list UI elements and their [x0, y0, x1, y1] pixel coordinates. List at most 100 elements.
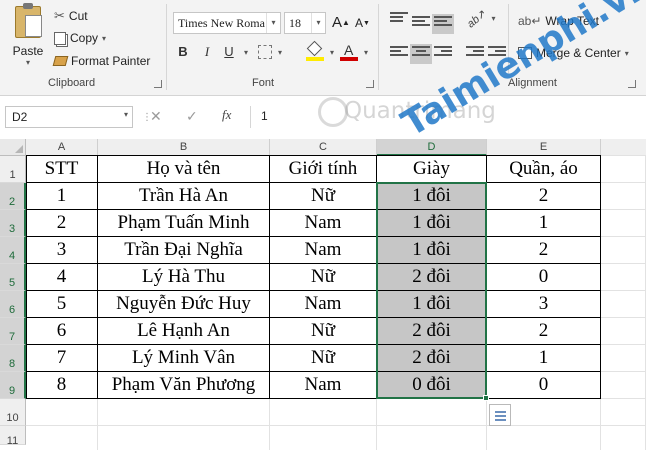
quick-analysis-button[interactable] [489, 404, 511, 426]
table-cell[interactable]: 1 đôi [377, 291, 487, 318]
table-cell[interactable]: 2 [487, 237, 601, 264]
table-cell[interactable]: Lê Hạnh An [98, 318, 270, 345]
align-center-icon[interactable] [410, 44, 432, 64]
cancel-icon[interactable]: ✕ [150, 108, 162, 125]
table-cell[interactable]: 0 [487, 264, 601, 291]
table-cell[interactable]: Phạm Tuấn Minh [98, 210, 270, 237]
column-header-b[interactable]: B [98, 139, 270, 156]
table-cell[interactable]: Nữ [270, 345, 377, 372]
top-align-icon[interactable] [390, 12, 408, 28]
format-painter-button[interactable]: Format Painter [52, 54, 150, 68]
table-cell[interactable]: 1 [487, 345, 601, 372]
table-cell[interactable]: Nam [270, 291, 377, 318]
bold-button[interactable]: B [174, 44, 192, 59]
table-cell[interactable]: 2 [487, 183, 601, 210]
row-header-10[interactable]: 10 [0, 399, 26, 426]
table-cell[interactable]: Nam [270, 210, 377, 237]
table-cell[interactable]: 3 [487, 291, 601, 318]
column-header-d[interactable]: D [377, 139, 487, 156]
formula-input[interactable]: 1 [250, 106, 642, 128]
table-cell[interactable]: 1 đôi [377, 210, 487, 237]
chevron-down-icon[interactable]: ▾ [364, 48, 368, 57]
header-cell-c[interactable]: Giới tính [270, 156, 377, 183]
copy-button[interactable]: Copy ▾ [54, 31, 106, 45]
table-cell[interactable]: 5 [26, 291, 98, 318]
chevron-down-icon[interactable]: ▾ [278, 48, 282, 57]
table-cell[interactable]: Nam [270, 237, 377, 264]
table-cell[interactable]: Phạm Văn Phương [98, 372, 270, 399]
chevron-down-icon[interactable]: ▾ [244, 48, 248, 57]
font-color-button[interactable]: A [340, 42, 358, 62]
table-cell[interactable]: 1 đôi [377, 183, 487, 210]
wrap-text-button[interactable]: ab↵ Wrap Text [518, 14, 599, 28]
align-left-icon[interactable] [390, 46, 408, 62]
row-header-8[interactable]: 8 [0, 345, 26, 372]
table-cell[interactable]: 2 đôi [377, 318, 487, 345]
row-header-2[interactable]: 2 [0, 183, 26, 210]
table-cell[interactable]: Trần Đại Nghĩa [98, 237, 270, 264]
table-cell[interactable]: 7 [26, 345, 98, 372]
table-cell[interactable]: 2 [26, 210, 98, 237]
chevron-down-icon[interactable]: ▾ [330, 48, 334, 57]
name-box[interactable]: D2 ▾ [5, 106, 133, 128]
table-cell[interactable]: 2 đôi [377, 345, 487, 372]
dialog-launcher-icon[interactable] [366, 80, 374, 88]
shrink-font-button[interactable]: A ▼ [355, 16, 370, 30]
row-header-6[interactable]: 6 [0, 291, 26, 318]
column-header-c[interactable]: C [270, 139, 377, 156]
header-cell-d[interactable]: Giày [377, 156, 487, 183]
increase-indent-icon[interactable] [488, 46, 506, 62]
column-header-a[interactable]: A [26, 139, 98, 156]
row-header-7[interactable]: 7 [0, 318, 26, 345]
table-cell[interactable]: Lý Hà Thu [98, 264, 270, 291]
header-cell-e[interactable]: Quần, áo [487, 156, 601, 183]
row-header-9[interactable]: 9 [0, 372, 26, 399]
select-all-button[interactable] [0, 139, 26, 156]
paste-button[interactable]: Paste ▾ [8, 3, 48, 70]
dialog-launcher-icon[interactable] [154, 80, 162, 88]
header-cell-b[interactable]: Họ và tên [98, 156, 270, 183]
align-right-icon[interactable] [434, 46, 452, 62]
table-cell[interactable]: 3 [26, 237, 98, 264]
row-header-5[interactable]: 5 [0, 264, 26, 291]
table-cell[interactable]: Lý Minh Vân [98, 345, 270, 372]
table-cell[interactable]: Nguyễn Đức Huy [98, 291, 270, 318]
table-cell[interactable]: 1 [487, 210, 601, 237]
table-cell[interactable]: 2 đôi [377, 264, 487, 291]
enter-icon[interactable]: ✓ [186, 108, 198, 125]
italic-button[interactable]: I [198, 44, 216, 60]
table-cell[interactable]: Nữ [270, 318, 377, 345]
table-cell[interactable]: Trần Hà An [98, 183, 270, 210]
underline-button[interactable]: U [220, 44, 238, 59]
table-cell[interactable]: 0 đôi [377, 372, 487, 399]
dialog-launcher-icon[interactable] [628, 80, 636, 88]
fill-handle[interactable] [483, 395, 489, 401]
table-cell[interactable]: Nữ [270, 264, 377, 291]
column-header-f[interactable] [601, 139, 646, 156]
table-cell[interactable]: 8 [26, 372, 98, 399]
row-header-4[interactable]: 4 [0, 237, 26, 264]
table-cell[interactable]: 4 [26, 264, 98, 291]
decrease-indent-icon[interactable] [466, 46, 484, 62]
borders-icon[interactable] [258, 45, 272, 59]
table-cell[interactable]: Nam [270, 372, 377, 399]
row-header-1[interactable]: 1 [0, 156, 26, 183]
fill-color-button[interactable] [306, 40, 324, 62]
row-header-11[interactable]: 11 [0, 426, 26, 447]
font-family-select[interactable]: Times New Roma ▾ [173, 12, 281, 34]
table-cell[interactable]: 1 đôi [377, 237, 487, 264]
table-cell[interactable]: 1 [26, 183, 98, 210]
table-cell[interactable]: 2 [487, 318, 601, 345]
table-cell[interactable]: 0 [487, 372, 601, 399]
column-header-e[interactable]: E [487, 139, 601, 156]
bottom-align-icon[interactable] [432, 14, 454, 34]
merge-center-button[interactable]: Merge & Center ▾ [518, 46, 629, 60]
font-size-select[interactable]: 18 ▾ [284, 12, 326, 34]
middle-align-icon[interactable] [412, 16, 430, 32]
grow-font-button[interactable]: A ▲ [332, 14, 350, 31]
insert-function-button[interactable]: fx [222, 107, 231, 123]
orientation-button[interactable]: ab↗ ▾ [465, 7, 495, 30]
cut-button[interactable]: ✂ Cut [54, 8, 88, 24]
table-cell[interactable]: Nữ [270, 183, 377, 210]
header-cell-a[interactable]: STT [26, 156, 98, 183]
